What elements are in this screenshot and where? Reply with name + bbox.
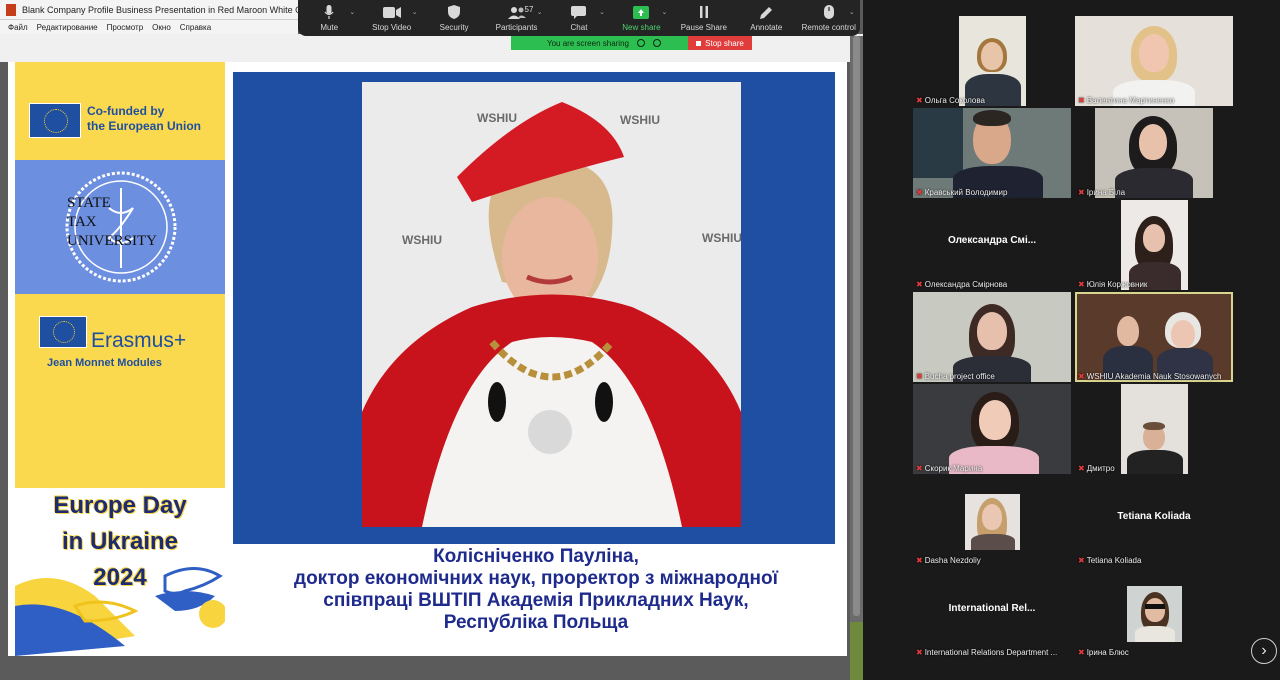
slide-scrollbar[interactable] bbox=[850, 36, 863, 680]
mic-off-icon: ✖ bbox=[1078, 188, 1085, 197]
speaker-caption: Колісніченко Пауліна, доктор економічних… bbox=[294, 546, 778, 633]
participants-button[interactable]: 57 ⌄ Participants bbox=[487, 4, 547, 32]
zoom-share-toolbar: ⌄ Mute ⌄ Stop Video Security 57 ⌄ Partic… bbox=[298, 0, 860, 36]
participant-tile[interactable]: ✖ Ольга Соколова bbox=[913, 16, 1071, 106]
sharing-status: You are screen sharing bbox=[511, 36, 688, 50]
backdrop-logo-3: WSHIU bbox=[402, 233, 442, 247]
menu-view[interactable]: Просмотр bbox=[107, 23, 144, 32]
chat-bubble-icon bbox=[571, 4, 587, 20]
mic-off-icon: ✖ bbox=[916, 96, 923, 105]
participant-tile-active-speaker[interactable]: ✖ WSHIU Akademia Nauk Stosowanych bbox=[1075, 292, 1233, 382]
participant-tile[interactable]: International Rel... ✖ International Rela… bbox=[913, 568, 1071, 658]
participant-tile[interactable]: ✖ Ірина Біла bbox=[1075, 108, 1233, 198]
erasmus-logo-text: Erasmus+ bbox=[91, 329, 187, 352]
stop-video-button[interactable]: ⌄ Stop Video bbox=[362, 4, 422, 32]
annotate-button[interactable]: Annotate bbox=[736, 4, 796, 32]
university-name: STATE TAX UNIVERSITY bbox=[67, 195, 157, 249]
mic-off-icon: ✖ bbox=[916, 464, 923, 473]
scrollbar-thumb[interactable] bbox=[853, 36, 860, 616]
participants-options-caret[interactable]: ⌄ bbox=[537, 8, 543, 16]
mic-off-icon: ✖ bbox=[916, 372, 923, 381]
mic-off-icon: ✖ bbox=[916, 188, 923, 197]
chevron-right-icon: › bbox=[1261, 642, 1267, 659]
shield-dot-icon bbox=[652, 39, 661, 47]
chat-options-caret[interactable]: ⌄ bbox=[599, 8, 605, 16]
backdrop-logo-4: WSHIU bbox=[702, 231, 741, 245]
next-page-button[interactable]: › bbox=[1251, 638, 1277, 664]
participant-tile[interactable]: Tetiana Koliada ✖ Tetiana Koliada bbox=[1075, 476, 1233, 566]
participant-tile[interactable]: ✖ Dasha Nezdoliy bbox=[913, 476, 1071, 566]
participants-count: 57 bbox=[524, 5, 534, 14]
mic-off-icon: ✖ bbox=[916, 556, 923, 565]
new-share-button[interactable]: ⌄ New share bbox=[611, 4, 671, 32]
ppt-window-title: Blank Company Profile Business Presentat… bbox=[22, 4, 298, 15]
erasmus-block: Erasmus+ Jean Monnet Modules bbox=[15, 294, 225, 488]
eu-cofunded-block: Co-funded by the European Union bbox=[15, 62, 225, 160]
mic-off-icon: ✖ bbox=[1078, 648, 1085, 657]
mic-off-icon: ✖ bbox=[1078, 556, 1085, 565]
participant-tile[interactable]: ✖ Дмитро bbox=[1075, 384, 1233, 474]
mouse-icon bbox=[823, 4, 834, 20]
university-block: STATE TAX UNIVERSITY bbox=[15, 160, 225, 294]
desktop-edge bbox=[850, 622, 863, 680]
pause-share-button[interactable]: Pause Share bbox=[674, 4, 734, 32]
participant-tile[interactable]: ✖ Bucha project office bbox=[913, 292, 1071, 382]
microphone-icon bbox=[324, 4, 334, 20]
stop-share-button[interactable]: Stop share bbox=[688, 36, 752, 50]
mic-off-icon: ✖ bbox=[1078, 464, 1085, 473]
chat-button[interactable]: ⌄ Chat bbox=[549, 4, 609, 32]
participant-tile[interactable]: ✖ Юлія Коржовник bbox=[1075, 200, 1233, 290]
security-button[interactable]: Security bbox=[424, 4, 484, 32]
handshake-illustration-icon bbox=[15, 567, 225, 656]
participant-tile[interactable]: ✖ Кравський Володимир bbox=[913, 108, 1071, 198]
eu-cofunded-text: Co-funded by the European Union bbox=[87, 104, 201, 133]
europe-day-block: Europe Day in Ukraine 2024 bbox=[15, 488, 225, 656]
speaker-photo-frame: WSHIU WSHIU WSHIU WSHIU bbox=[233, 72, 835, 544]
mic-off-icon: ✖ bbox=[916, 280, 923, 289]
eu-flag-icon bbox=[29, 103, 81, 138]
participant-tile[interactable]: ✖ Ірина Блюс bbox=[1075, 568, 1233, 658]
mic-off-icon: ✖ bbox=[916, 648, 923, 657]
pencil-icon bbox=[759, 4, 773, 20]
erasmus-eu-flag-icon bbox=[39, 316, 87, 348]
remote-control-button[interactable]: ⌄ Remote control bbox=[799, 4, 859, 32]
shared-screen-area: Blank Company Profile Business Presentat… bbox=[0, 0, 863, 680]
remote-options-caret[interactable]: ⌄ bbox=[849, 8, 855, 16]
camera-icon bbox=[382, 4, 401, 20]
stop-icon bbox=[696, 40, 702, 46]
mic-off-icon: ✖ bbox=[1078, 96, 1085, 105]
mic-off-icon: ✖ bbox=[1078, 280, 1085, 289]
ppt-window-titlebar[interactable]: Blank Company Profile Business Presentat… bbox=[0, 0, 298, 20]
shield-icon bbox=[448, 4, 461, 20]
slide-sidebar: Co-funded by the European Union STATE TA… bbox=[15, 62, 225, 656]
people-icon bbox=[507, 4, 526, 20]
menu-help[interactable]: Справка bbox=[180, 23, 211, 32]
menu-file[interactable]: Файл bbox=[8, 23, 28, 32]
menu-edit[interactable]: Редактирование bbox=[37, 23, 98, 32]
jean-monnet-text: Jean Monnet Modules bbox=[47, 357, 162, 369]
menu-window[interactable]: Окно bbox=[152, 23, 171, 32]
video-options-caret[interactable]: ⌄ bbox=[412, 8, 418, 16]
participant-gallery: ✖ Ольга Соколова ✖ Валентина Мартиненко ✖ К… bbox=[863, 0, 1280, 680]
participant-tile[interactable]: ✖ Валентина Мартиненко bbox=[1075, 16, 1233, 106]
screen-share-banner: You are screen sharing Stop share bbox=[511, 36, 752, 50]
mute-options-caret[interactable]: ⌄ bbox=[349, 8, 355, 16]
status-dot-icon bbox=[636, 39, 645, 47]
mute-button[interactable]: ⌄ Mute bbox=[299, 4, 359, 32]
powerpoint-file-icon bbox=[6, 3, 16, 16]
share-screen-icon bbox=[633, 4, 650, 20]
speaker-photo: WSHIU WSHIU WSHIU WSHIU bbox=[362, 82, 741, 527]
pause-icon bbox=[699, 4, 709, 20]
backdrop-logo-1: WSHIU bbox=[477, 111, 517, 125]
presentation-slide: Co-funded by the European Union STATE TA… bbox=[8, 62, 847, 656]
share-options-caret[interactable]: ⌄ bbox=[662, 8, 668, 16]
participant-tile[interactable]: Олександра Смі... ✖ Олександра Смірнова bbox=[913, 200, 1071, 290]
participant-tile[interactable]: ✖ Скорик Марина bbox=[913, 384, 1071, 474]
mic-off-icon: ✖ bbox=[1078, 372, 1085, 381]
backdrop-logo-2: WSHIU bbox=[620, 113, 660, 127]
ppt-menubar: Файл Редактирование Просмотр Окно Справк… bbox=[0, 20, 298, 34]
